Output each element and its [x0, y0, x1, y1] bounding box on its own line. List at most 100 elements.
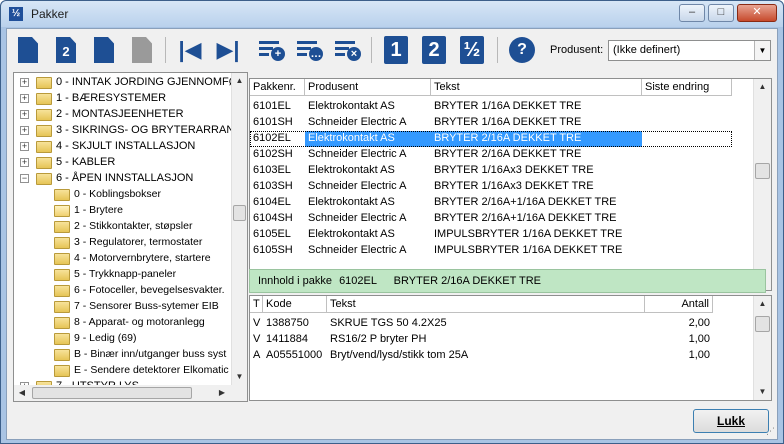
tree-item[interactable]: +2 - MONTASJEENHETER [14, 107, 230, 123]
packages-grid[interactable]: Pakkenr. Produsent Tekst Siste endring 6101… [249, 78, 772, 291]
lukk-button[interactable]: Lukk [693, 409, 769, 433]
table-cell: 2,00 [688, 317, 710, 329]
tree-hscroll-thumb[interactable] [32, 387, 192, 399]
contents-grid[interactable]: T Kode Tekst Antall V 1388750 SKRUE TGS 50 4.… [249, 295, 772, 401]
folder-icon [36, 93, 52, 105]
tree-item[interactable]: +1 - BÆRESYSTEMER [14, 91, 230, 107]
delete-line-button[interactable]: × [333, 35, 363, 65]
tree-item[interactable]: 3 - Regulatorer, termostater [14, 235, 230, 251]
contents-vertical-scrollbar[interactable]: ▲ ▼ [753, 296, 771, 400]
tree-horizontal-scrollbar[interactable]: ◀ ▶ [14, 385, 231, 401]
scroll-up-icon[interactable]: ▲ [754, 296, 771, 312]
paste-icon [132, 37, 152, 63]
tree-item-label: B - Binær inn/utganger buss syst [74, 348, 227, 360]
table-row[interactable]: 6104SH Schneider Electric A BRYTER 2/16A+1… [250, 211, 752, 227]
expand-icon[interactable]: + [20, 126, 29, 135]
table-row[interactable]: V 1411884 RS16/2 P bryter PH 1,00 [250, 332, 752, 348]
expand-icon[interactable]: + [20, 142, 29, 151]
first-record-button[interactable]: |◀ [175, 35, 205, 65]
tree-item[interactable]: +0 - INNTAK JORDING GJENNOMFØ [14, 75, 237, 91]
resize-grip-icon[interactable]: ⋰ [766, 426, 775, 437]
folder-icon [36, 77, 52, 89]
expand-icon[interactable]: + [20, 110, 29, 119]
table-cell [642, 243, 732, 259]
column-header[interactable]: T [250, 296, 263, 313]
view-half-button[interactable]: ½ [457, 35, 487, 65]
chevron-down-icon[interactable]: ▼ [754, 41, 770, 60]
tree-item[interactable]: +4 - SKJULT INSTALLASJON [14, 139, 230, 155]
tree-item[interactable]: E - Sendere detektorer Elkomatic [14, 363, 230, 379]
minimize-button[interactable]: – [679, 4, 705, 22]
expand-icon[interactable]: + [20, 94, 29, 103]
table-row[interactable]: 6104EL Elektrokontakt AS BRYTER 2/16A+1/16… [250, 195, 752, 211]
scroll-up-icon[interactable]: ▲ [754, 79, 771, 95]
table-cell: Schneider Electric A [308, 244, 407, 256]
folder-icon [54, 285, 70, 297]
table-row[interactable]: 6102SH Schneider Electric A BRYTER 2/16A D… [250, 147, 752, 163]
collapse-icon[interactable]: − [20, 174, 29, 183]
tree-item[interactable]: +3 - SIKRINGS- OG BRYTERARRAN [14, 123, 234, 139]
copy-docs-button[interactable] [89, 35, 119, 65]
tree-item[interactable]: 2 - Stikkontakter, støpsler [14, 219, 230, 235]
category-tree[interactable]: +0 - INNTAK JORDING GJENNOMFØ +1 - BÆRESY… [13, 72, 248, 402]
tree-item[interactable]: 4 - Motorvernbrytere, startere [14, 251, 230, 267]
scroll-down-icon[interactable]: ▼ [232, 369, 247, 385]
table-row[interactable]: 6105SH Schneider Electric A IMPULSBRYTER 1… [250, 243, 752, 259]
table-row[interactable]: 6101SH Schneider Electric A BRYTER 1/16A D… [250, 115, 752, 131]
maximize-button[interactable]: □ [708, 4, 734, 22]
column-header[interactable]: Produsent [305, 79, 431, 96]
view-1-button[interactable]: 1 [381, 35, 411, 65]
paste-button[interactable] [127, 35, 157, 65]
column-header[interactable]: Tekst [327, 296, 645, 313]
table-row[interactable]: 6103SH Schneider Electric A BRYTER 1/16Ax3… [250, 179, 752, 195]
tree-item[interactable]: 1 - Brytere [14, 203, 230, 219]
folder-icon [54, 301, 70, 313]
copy-number-button[interactable]: 2 [51, 35, 81, 65]
tree-vertical-scrollbar[interactable]: ▲ ▼ [231, 73, 247, 385]
more-lines-button[interactable]: … [295, 35, 325, 65]
last-record-button[interactable]: ▶| [213, 35, 243, 65]
new-button[interactable] [13, 35, 43, 65]
folder-icon [54, 317, 70, 329]
table-row[interactable]: 6101EL Elektrokontakt AS BRYTER 1/16A DEKK… [250, 99, 752, 115]
table-row[interactable]: V 1388750 SKRUE TGS 50 4.2X25 2,00 [250, 316, 752, 332]
scroll-down-icon[interactable]: ▼ [754, 384, 771, 400]
expand-icon[interactable]: + [20, 78, 29, 87]
add-line-button[interactable]: + [257, 35, 287, 65]
packages-scroll-thumb[interactable] [755, 163, 770, 179]
tree-item[interactable]: 7 - Sensorer Buss-sytemer EIB [14, 299, 230, 315]
tree-item[interactable]: 8 - Apparat- og motoranlegg [14, 315, 230, 331]
tree-item[interactable]: B - Binær inn/utganger buss syst [14, 347, 230, 363]
produsent-select[interactable]: (Ikke definert) ▼ [608, 40, 771, 61]
tree-scroll-thumb[interactable] [233, 205, 246, 221]
packages-vertical-scrollbar[interactable]: ▲ ▼ [753, 79, 771, 290]
table-row[interactable]: A A05551000 Bryt/vend/lysd/stikk tom 25A 1,… [250, 348, 752, 364]
column-header[interactable]: Pakkenr. [250, 79, 305, 96]
column-header[interactable]: Tekst [431, 79, 642, 96]
table-cell [642, 131, 732, 147]
tree-item[interactable]: − 6 - ÅPEN INNSTALLASJON [14, 171, 230, 187]
tree-item[interactable]: 0 - Koblingsbokser [14, 187, 230, 203]
table-cell: V [253, 317, 261, 329]
column-header[interactable]: Antall [645, 296, 713, 313]
tree-item[interactable]: 9 - Ledig (69) [14, 331, 230, 347]
tree-item[interactable]: +5 - KABLER [14, 155, 230, 171]
table-row[interactable]: 6103EL Elektrokontakt AS BRYTER 1/16Ax3 DE… [250, 163, 752, 179]
view-2-icon: 2 [422, 36, 446, 64]
column-header[interactable]: Siste endring [642, 79, 732, 96]
help-button[interactable]: ? [507, 35, 537, 65]
expand-icon[interactable]: + [20, 158, 29, 167]
tree-item[interactable]: 6 - Fotoceller, bevegelsesvakter. [14, 283, 230, 299]
close-window-button[interactable]: ✕ [737, 4, 777, 22]
table-row[interactable]: 6102EL Elektrokontakt AS BRYTER 2/16A DEKK… [250, 131, 752, 147]
scroll-right-icon[interactable]: ▶ [214, 385, 230, 401]
title-bar[interactable]: ½ Pakker – □ ✕ [1, 1, 783, 27]
scroll-up-icon[interactable]: ▲ [232, 73, 247, 89]
table-row[interactable]: 6105EL Elektrokontakt AS IMPULSBRYTER 1/16… [250, 227, 752, 243]
table-cell: 6102SH [253, 148, 293, 160]
scroll-left-icon[interactable]: ◀ [14, 385, 30, 401]
tree-item[interactable]: 5 - Trykknapp-paneler [14, 267, 230, 283]
view-2-button[interactable]: 2 [419, 35, 449, 65]
column-header[interactable]: Kode [263, 296, 327, 313]
contents-scroll-thumb[interactable] [755, 316, 770, 332]
